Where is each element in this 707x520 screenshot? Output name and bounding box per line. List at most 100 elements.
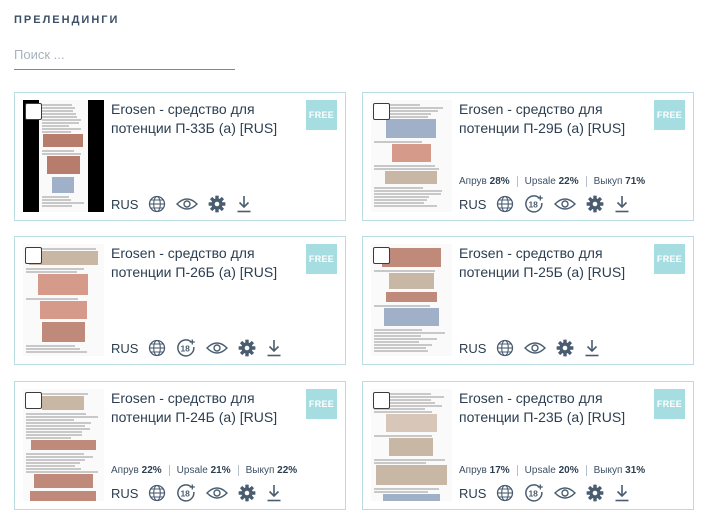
landing-card[interactable]: Erosen - средство для потенции П-33Б (а)… — [14, 92, 346, 221]
age-18-plus-icon: 18 — [176, 483, 196, 503]
eye-icon[interactable] — [206, 486, 229, 500]
select-checkbox[interactable] — [373, 103, 390, 120]
language-label: RUS — [459, 196, 487, 212]
card-title[interactable]: Erosen - средство для потенции П-24Б (а)… — [111, 389, 301, 427]
language-label: RUS — [111, 196, 139, 212]
free-badge: FREE — [654, 100, 685, 130]
landing-card[interactable]: Erosen - средство для потенции П-26Б (а)… — [14, 236, 346, 365]
language-label: RUS — [111, 340, 139, 356]
select-checkbox[interactable] — [25, 247, 42, 264]
download-icon[interactable] — [614, 484, 630, 502]
stat-label: Upsale — [176, 465, 208, 476]
stat-item: Выкуп 22% — [246, 465, 298, 476]
stat-value: 17% — [489, 465, 510, 476]
landing-card[interactable]: Erosen - средство для потенции П-29Б (а)… — [362, 92, 694, 221]
conversion-stats: Апрув 17% Upsale 20% Выкуп 31% — [459, 465, 645, 476]
globe-icon[interactable] — [496, 195, 514, 213]
stats-divider — [168, 465, 170, 476]
select-checkbox[interactable] — [25, 392, 42, 409]
stat-value: 28% — [489, 176, 510, 187]
select-checkbox[interactable] — [373, 392, 390, 409]
stat-item: Upsale 22% — [525, 176, 579, 187]
language-label: RUS — [111, 485, 139, 501]
stats-divider — [585, 176, 587, 187]
language-label: RUS — [459, 340, 487, 356]
download-icon[interactable] — [584, 339, 600, 357]
landing-card[interactable]: Erosen - средство для потенции П-24Б (а)… — [14, 381, 346, 510]
stat-label: Upsale — [524, 176, 556, 187]
stat-label: Апрув — [459, 176, 487, 187]
select-checkbox[interactable] — [373, 247, 390, 264]
conversion-stats: Апрув 22% Upsale 21% Выкуп 22% — [111, 465, 297, 476]
page-title: ПРЕЛЕНДИНГИ — [14, 14, 120, 26]
stat-label: Upsale — [524, 465, 556, 476]
free-badge: FREE — [654, 389, 685, 419]
card-actions: RUS 18 — [459, 483, 640, 503]
stats-divider — [237, 465, 239, 476]
svg-text:18: 18 — [529, 488, 539, 498]
stat-item: Upsale 20% — [525, 465, 579, 476]
card-title[interactable]: Erosen - средство для потенции П-33Б (а)… — [111, 100, 301, 138]
gear-icon[interactable] — [238, 484, 256, 502]
svg-text:18: 18 — [181, 488, 191, 498]
free-badge: FREE — [306, 244, 337, 274]
card-title[interactable]: Erosen - средство для потенции П-26Б (а)… — [111, 244, 301, 282]
search-field[interactable] — [14, 40, 235, 70]
card-actions: RUS — [111, 194, 262, 214]
eye-icon[interactable] — [206, 341, 229, 355]
download-icon[interactable] — [266, 339, 282, 357]
gear-icon[interactable] — [238, 339, 256, 357]
eye-icon[interactable] — [554, 197, 577, 211]
card-actions: RUS 18 — [111, 483, 292, 503]
globe-icon[interactable] — [148, 484, 166, 502]
search-input[interactable] — [14, 40, 235, 69]
gear-icon[interactable] — [586, 484, 604, 502]
download-icon[interactable] — [614, 195, 630, 213]
download-icon[interactable] — [236, 195, 252, 213]
card-title[interactable]: Erosen - средство для потенции П-23Б (а)… — [459, 389, 649, 427]
stat-value: 20% — [558, 465, 579, 476]
select-checkbox[interactable] — [25, 103, 42, 120]
stats-divider — [516, 465, 518, 476]
stat-item: Апрув 22% — [111, 465, 162, 476]
free-badge: FREE — [306, 100, 337, 130]
stat-value: 22% — [141, 465, 162, 476]
free-badge: FREE — [654, 244, 685, 274]
age-18-plus-icon: 18 — [524, 194, 544, 214]
age-18-plus-icon: 18 — [176, 338, 196, 358]
landing-card[interactable]: Erosen - средство для потенции П-23Б (а)… — [362, 381, 694, 510]
stats-divider — [585, 465, 587, 476]
globe-icon[interactable] — [148, 195, 166, 213]
globe-icon[interactable] — [496, 339, 514, 357]
stat-label: Выкуп — [593, 176, 623, 187]
eye-icon[interactable] — [176, 197, 199, 211]
card-actions: RUS 18 — [459, 194, 640, 214]
stats-divider — [516, 176, 518, 187]
eye-icon[interactable] — [554, 486, 577, 500]
card-actions: RUS — [459, 338, 610, 358]
age-18-plus-icon: 18 — [524, 483, 544, 503]
gear-icon[interactable] — [208, 195, 226, 213]
svg-text:18: 18 — [529, 199, 539, 209]
landing-card[interactable]: Erosen - средство для потенции П-25Б (а)… — [362, 236, 694, 365]
stat-item: Выкуп 71% — [594, 176, 646, 187]
stat-label: Выкуп — [593, 465, 623, 476]
stat-label: Выкуп — [245, 465, 275, 476]
stat-value: 31% — [625, 465, 646, 476]
stat-value: 22% — [558, 176, 579, 187]
stat-item: Выкуп 31% — [594, 465, 646, 476]
stat-label: Апрув — [111, 465, 139, 476]
card-title[interactable]: Erosen - средство для потенции П-29Б (а)… — [459, 100, 649, 138]
svg-text:18: 18 — [181, 343, 191, 353]
card-title[interactable]: Erosen - средство для потенции П-25Б (а)… — [459, 244, 649, 282]
globe-icon[interactable] — [148, 339, 166, 357]
stat-item: Апрув 17% — [459, 465, 510, 476]
gear-icon[interactable] — [556, 339, 574, 357]
download-icon[interactable] — [266, 484, 282, 502]
gear-icon[interactable] — [586, 195, 604, 213]
stat-value: 21% — [210, 465, 231, 476]
globe-icon[interactable] — [496, 484, 514, 502]
eye-icon[interactable] — [524, 341, 547, 355]
stat-value: 22% — [277, 465, 298, 476]
card-actions: RUS 18 — [111, 338, 292, 358]
